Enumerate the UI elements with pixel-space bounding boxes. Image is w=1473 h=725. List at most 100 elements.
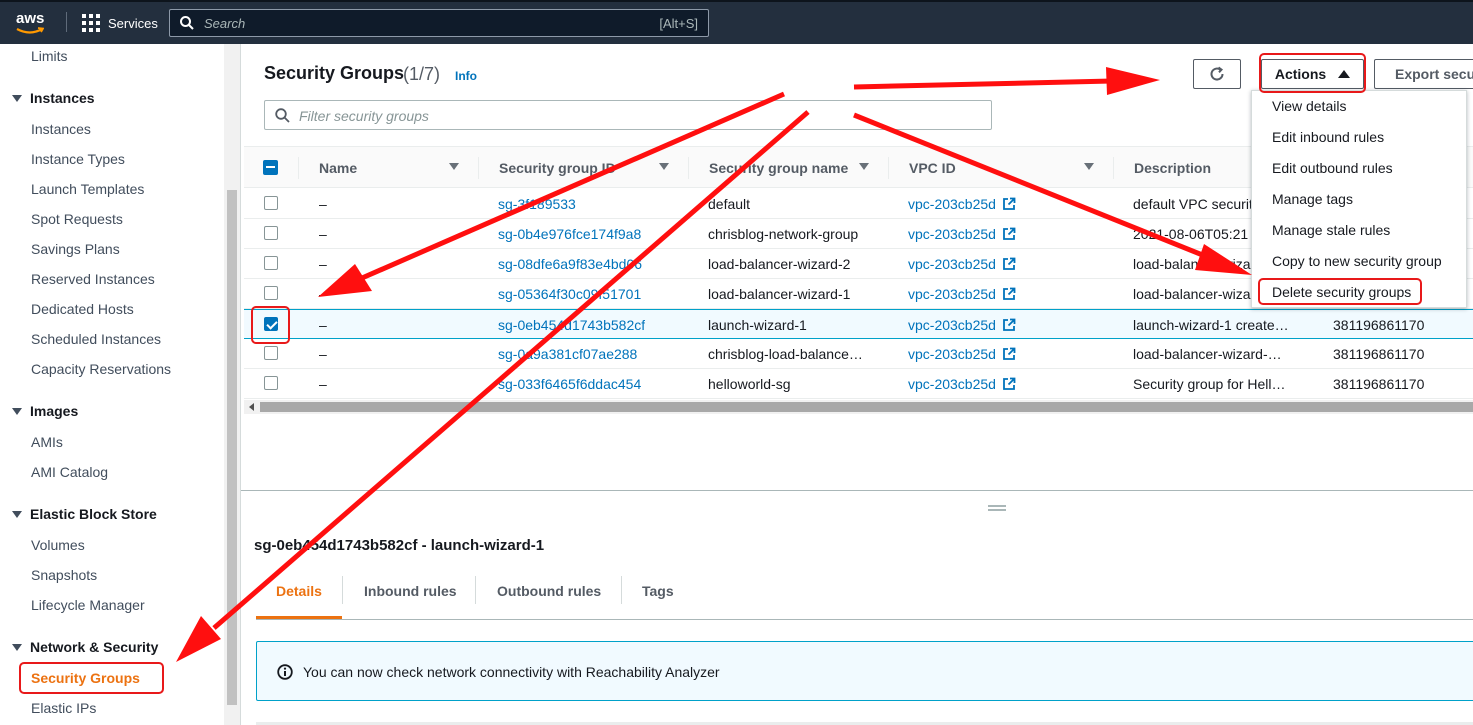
cell-sg-name: default — [708, 196, 751, 212]
row-checkbox[interactable] — [264, 376, 278, 390]
sidebar-item-reserved-instances[interactable]: Reserved Instances — [31, 271, 155, 287]
column-header-sg-name[interactable]: Security group name — [709, 160, 848, 176]
tab-details[interactable]: Details — [276, 583, 322, 599]
row-checkbox[interactable] — [264, 196, 278, 210]
sidebar-section-images[interactable]: Images — [12, 403, 78, 419]
aws-logo[interactable]: aws — [16, 10, 50, 36]
sidebar-item-dedicated-hosts[interactable]: Dedicated Hosts — [31, 301, 134, 317]
sidebar-section-network-security[interactable]: Network & Security — [12, 639, 158, 655]
global-search-input[interactable]: Search [Alt+S] — [169, 9, 709, 37]
row-checkbox[interactable] — [264, 346, 278, 360]
cell-vpc-link[interactable]: vpc-203cb25d — [908, 376, 1016, 392]
sidebar-item-launch-templates[interactable]: Launch Templates — [31, 181, 144, 197]
cell-sg-id-link[interactable]: sg-0a9a381cf07ae288 — [498, 346, 637, 362]
table-row[interactable]: – sg-0a9a381cf07ae288 chrisblog-load-bal… — [244, 339, 1473, 369]
menu-item-view-details[interactable]: View details — [1272, 98, 1346, 114]
sidebar-item-spot-requests[interactable]: Spot Requests — [31, 211, 123, 227]
menu-item-edit-outbound-rules[interactable]: Edit outbound rules — [1272, 160, 1393, 176]
column-divider — [888, 157, 889, 179]
cell-name: – — [319, 346, 327, 362]
sort-icon[interactable] — [659, 163, 669, 170]
split-panel-divider[interactable] — [241, 490, 1473, 491]
external-link-icon — [1003, 257, 1016, 270]
sort-icon[interactable] — [449, 163, 459, 170]
info-link[interactable]: Info — [455, 69, 477, 83]
cell-sg-id-link[interactable]: sg-033f6465f6ddac454 — [498, 376, 641, 392]
info-icon — [277, 664, 293, 680]
row-checkbox[interactable] — [264, 226, 278, 240]
cell-sg-id-link[interactable]: sg-08dfe6a9f83e4bd06 — [498, 256, 642, 272]
sidebar-item-amis[interactable]: AMIs — [31, 434, 63, 450]
row-checkbox[interactable] — [264, 286, 278, 300]
sidebar-item-volumes[interactable]: Volumes — [31, 537, 85, 553]
cell-sg-id-link[interactable]: sg-3f189533 — [498, 196, 576, 212]
cell-vpc-link[interactable]: vpc-203cb25d — [908, 286, 1016, 302]
sidebar-item-instance-types[interactable]: Instance Types — [31, 151, 125, 167]
sort-icon[interactable] — [1084, 163, 1094, 170]
scroll-left-arrow-icon[interactable] — [249, 403, 254, 411]
sidebar-item-snapshots[interactable]: Snapshots — [31, 567, 97, 583]
aws-logo-text: aws — [16, 10, 45, 27]
column-divider — [298, 157, 299, 179]
cell-sg-id-link[interactable]: sg-05364f30c09f51701 — [498, 286, 641, 302]
export-button[interactable]: Export secu — [1374, 59, 1473, 89]
column-divider — [688, 157, 689, 179]
external-link-icon — [1003, 377, 1016, 390]
sidebar-section-elastic-block-store[interactable]: Elastic Block Store — [12, 506, 157, 522]
sidebar-item-ami-catalog[interactable]: AMI Catalog — [31, 464, 108, 480]
menu-item-manage-tags[interactable]: Manage tags — [1272, 191, 1353, 207]
cell-vpc-link[interactable]: vpc-203cb25d — [908, 317, 1016, 333]
cell-sg-id-link[interactable]: sg-0eb454d1743b582cf — [498, 317, 645, 333]
sidebar-item-scheduled-instances[interactable]: Scheduled Instances — [31, 331, 161, 347]
column-header-sg-id[interactable]: Security group ID — [499, 160, 616, 176]
external-link-icon — [1003, 318, 1016, 331]
menu-item-copy-to-new-security-group[interactable]: Copy to new security group — [1272, 253, 1442, 269]
cell-vpc-link[interactable]: vpc-203cb25d — [908, 226, 1016, 242]
sidebar-item-capacity-reservations[interactable]: Capacity Reservations — [31, 361, 171, 377]
sidebar: Limits Instances Instances Instance Type… — [0, 44, 224, 725]
vpc-id-text: vpc-203cb25d — [908, 196, 996, 212]
sidebar-scrollbar-thumb[interactable] — [227, 190, 237, 705]
filter-security-groups-input[interactable]: Filter security groups — [264, 100, 992, 130]
tab-tags[interactable]: Tags — [642, 583, 674, 599]
sort-icon[interactable] — [859, 163, 869, 170]
resize-handle-icon[interactable] — [988, 505, 1006, 511]
cell-sg-name: launch-wizard-1 — [708, 317, 807, 333]
search-icon — [275, 108, 290, 123]
row-checkbox[interactable] — [264, 256, 278, 270]
cell-vpc-link[interactable]: vpc-203cb25d — [908, 346, 1016, 362]
cell-name: – — [319, 226, 327, 242]
cell-vpc-link[interactable]: vpc-203cb25d — [908, 196, 1016, 212]
tab-inbound-rules[interactable]: Inbound rules — [364, 583, 457, 599]
external-link-icon — [1003, 347, 1016, 360]
cell-sg-id-link[interactable]: sg-0b4e976fce174f9a8 — [498, 226, 641, 242]
cell-name: – — [319, 317, 327, 333]
tab-outbound-rules[interactable]: Outbound rules — [497, 583, 601, 599]
table-horizontal-scrollbar-thumb[interactable] — [260, 402, 1473, 412]
column-header-vpc-id[interactable]: VPC ID — [909, 160, 956, 176]
sidebar-item-elastic-ips[interactable]: Elastic IPs — [31, 700, 96, 716]
annotation-highlight-actions — [1259, 53, 1366, 93]
menu-item-manage-stale-rules[interactable]: Manage stale rules — [1272, 222, 1390, 238]
column-divider — [1113, 157, 1114, 179]
column-header-description[interactable]: Description — [1134, 160, 1211, 176]
table-row[interactable]: – sg-033f6465f6ddac454 helloworld-sg vpc… — [244, 369, 1473, 399]
table-row-selected[interactable]: – sg-0eb454d1743b582cf launch-wizard-1 v… — [244, 309, 1473, 339]
refresh-button[interactable] — [1193, 59, 1241, 89]
cell-vpc-link[interactable]: vpc-203cb25d — [908, 256, 1016, 272]
cell-name: – — [319, 256, 327, 272]
cell-sg-name: chrisblog-network-group — [708, 226, 859, 242]
services-menu-button[interactable]: Services — [82, 13, 158, 33]
menu-item-edit-inbound-rules[interactable]: Edit inbound rules — [1272, 129, 1384, 145]
annotation-highlight-security-groups — [19, 662, 164, 694]
ec2-console: aws Services Search [Alt+S] Limits Insta… — [0, 0, 1473, 725]
sidebar-item-limits[interactable]: Limits — [31, 48, 68, 64]
sidebar-item-savings-plans[interactable]: Savings Plans — [31, 241, 120, 257]
sidebar-section-instances[interactable]: Instances — [12, 90, 95, 106]
cell-owner: 381196861170 — [1333, 346, 1425, 362]
select-all-checkbox[interactable] — [263, 160, 278, 175]
sidebar-item-lifecycle-manager[interactable]: Lifecycle Manager — [31, 597, 145, 613]
column-header-name[interactable]: Name — [319, 160, 357, 176]
sidebar-item-instances[interactable]: Instances — [31, 121, 91, 137]
selection-count: (1/7) — [403, 64, 441, 84]
